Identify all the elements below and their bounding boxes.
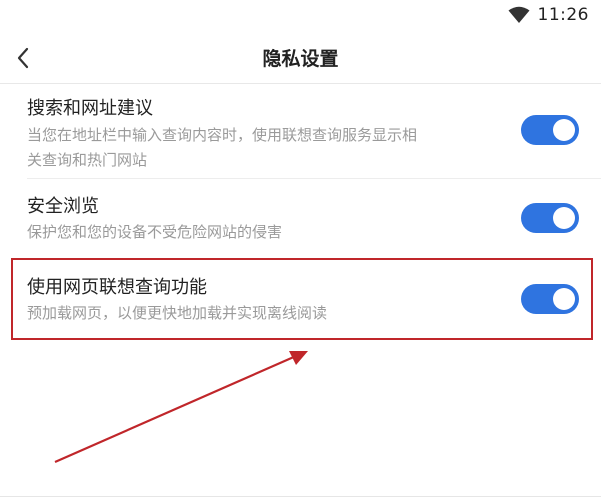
setting-item-search-suggestions[interactable]: 搜索和网址建议 当您在地址栏中输入查询内容时，使用联想查询服务显示相 关查询和热…: [0, 84, 601, 174]
wifi-icon: [508, 6, 529, 23]
setting-description: 当您在地址栏中输入查询内容时，使用联想查询服务显示相 关查询和热门网站: [27, 123, 497, 173]
header: 隐私设置: [0, 38, 601, 78]
setting-title: 搜索和网址建议: [27, 98, 153, 119]
setting-description: 保护您和您的设备不受危险网站的侵害: [27, 220, 497, 245]
page-title: 隐私设置: [262, 48, 339, 70]
bottom-divider: [0, 496, 601, 497]
setting-item-safe-browsing[interactable]: 安全浏览 保护您和您的设备不受危险网站的侵害: [0, 180, 601, 252]
setting-description-line: 关查询和热门网站: [27, 151, 148, 169]
toggle-knob: [553, 207, 575, 229]
status-time: 11:26: [537, 5, 589, 25]
status-bar: 11:26: [0, 0, 601, 30]
toggle-switch[interactable]: [521, 203, 579, 233]
setting-description-line: 保护您和您的设备不受危险网站的侵害: [27, 223, 283, 241]
item-divider: [27, 178, 601, 179]
highlight-box: [11, 258, 593, 340]
setting-title: 安全浏览: [27, 196, 99, 217]
setting-description-line: 当您在地址栏中输入查询内容时，使用联想查询服务显示相: [27, 126, 418, 144]
toggle-switch[interactable]: [521, 115, 579, 145]
toggle-knob: [553, 119, 575, 141]
status-right: 11:26: [508, 4, 590, 26]
